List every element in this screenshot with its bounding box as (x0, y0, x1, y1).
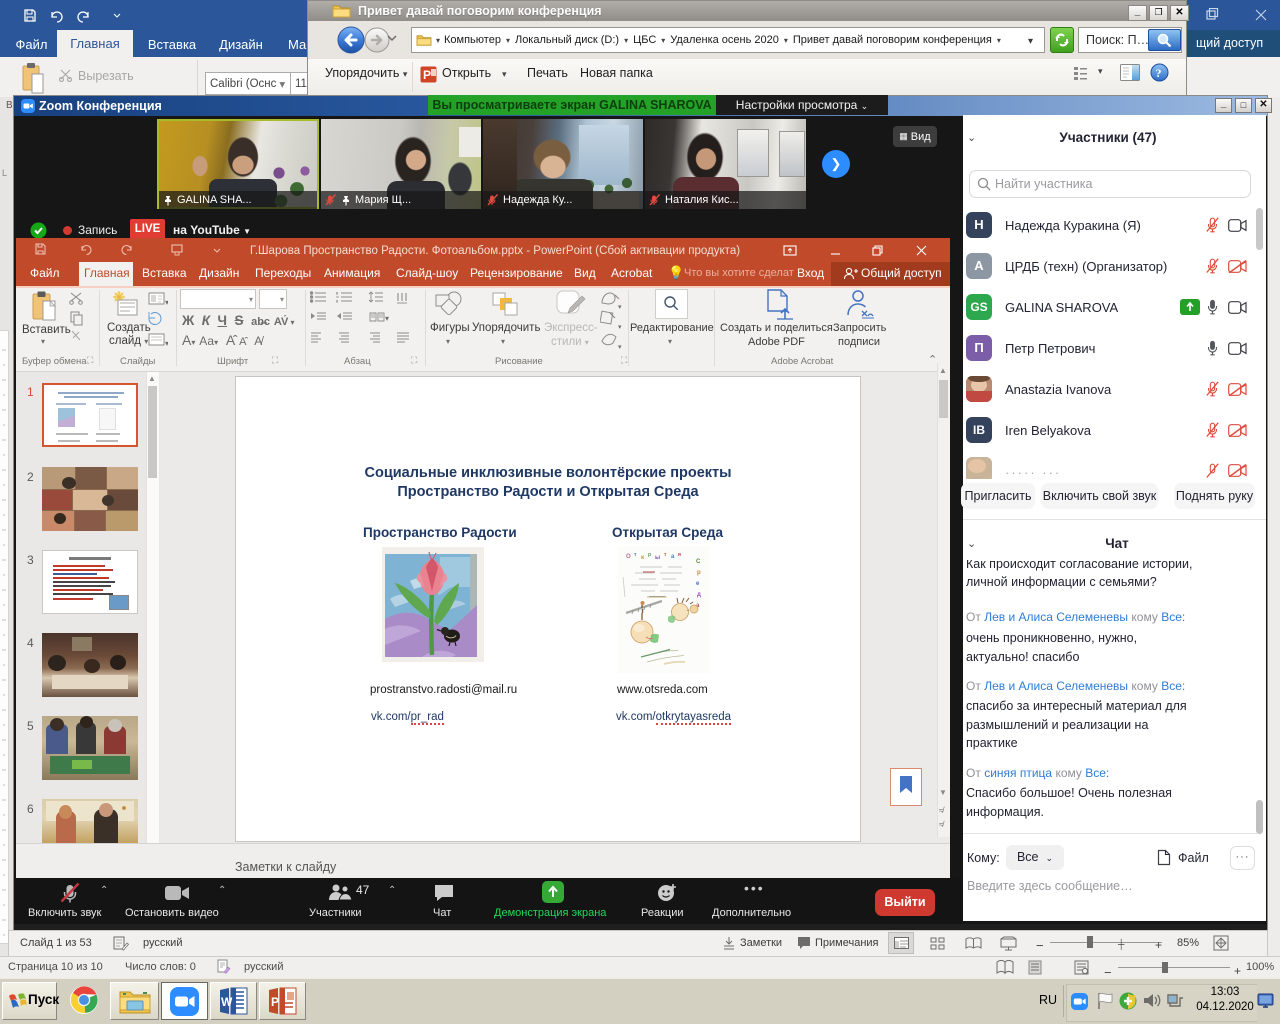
svg-text:С: С (696, 559, 701, 565)
svg-text:р: р (648, 552, 651, 558)
svg-text:О: О (626, 554, 631, 560)
svg-text:▾: ▾ (618, 324, 622, 331)
svg-text:д: д (697, 592, 701, 598)
svg-text:W: W (221, 995, 233, 1009)
svg-text:я: я (678, 552, 681, 558)
svg-text:▾: ▾ (165, 339, 168, 348)
svg-text:к: к (641, 555, 644, 561)
svg-text:▾: ▾ (385, 314, 389, 323)
svg-text:P: P (271, 995, 279, 1009)
svg-text:▾: ▾ (165, 298, 168, 307)
svg-text:P: P (423, 68, 431, 82)
svg-text:▾: ▾ (618, 304, 622, 311)
svg-text:?: ? (1156, 66, 1162, 80)
svg-text:р: р (697, 570, 701, 576)
svg-text:ы: ы (655, 555, 660, 561)
svg-text:▾: ▾ (618, 344, 622, 351)
